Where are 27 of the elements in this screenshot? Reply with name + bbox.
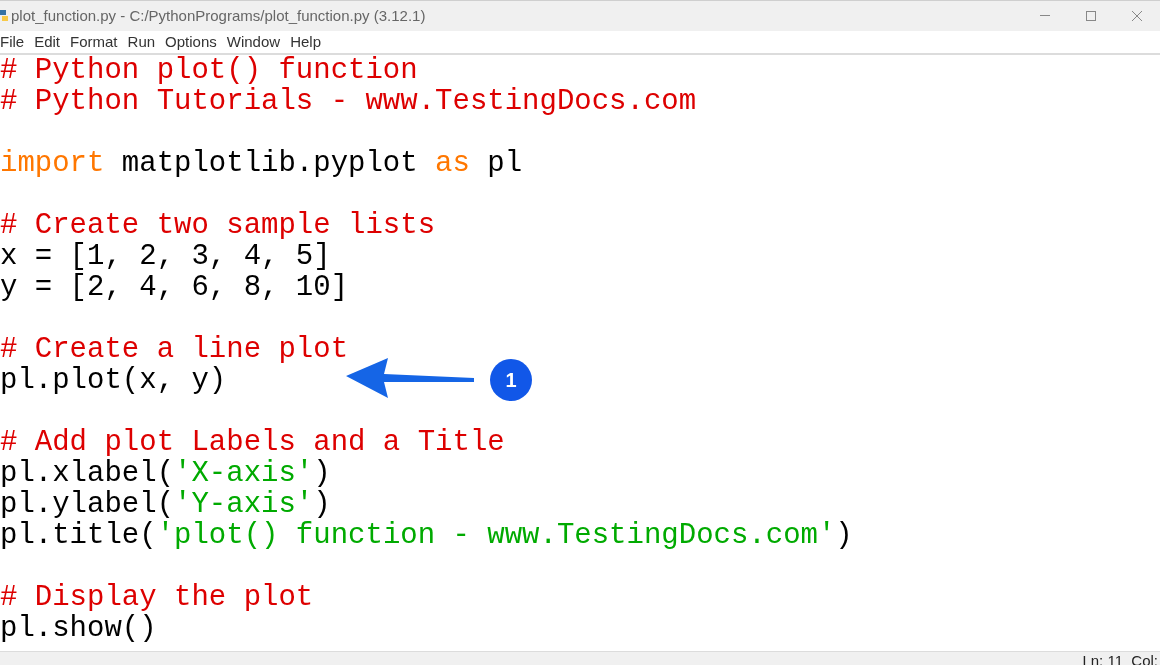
code-line: # Python Tutorials - www.TestingDocs.com — [0, 86, 697, 117]
menu-item[interactable]: Options — [165, 30, 217, 54]
window-title: plot_function.py - C:/PythonPrograms/plot_function.py (3.12.1) — [11, 5, 426, 26]
step-badge: 1 — [490, 359, 532, 401]
code-line: import matplotlib.pyplot as pl — [0, 148, 523, 179]
menu-item[interactable]: Window — [226, 30, 281, 54]
close-icon — [1132, 11, 1142, 21]
menu-item[interactable]: Format — [70, 30, 118, 54]
code-line: # Create a line plot — [0, 334, 349, 365]
menu-item[interactable]: Edit — [34, 30, 61, 54]
code-line: pl.title('plot() function - www.TestingDocs.com') — [0, 520, 853, 551]
code-line: pl.ylabel('Y-axis') — [0, 489, 331, 520]
menu-item[interactable]: File — [0, 30, 25, 54]
code-line: # Python plot() function — [0, 55, 418, 86]
code-line: pl.plot(x, y) — [0, 365, 227, 396]
menu-item[interactable]: Run — [127, 30, 156, 54]
code-line: x = [1, 2, 3, 4, 5] — [0, 241, 331, 272]
code-line: pl.xlabel('X-axis') — [0, 458, 331, 489]
code-line: # Display the plot — [0, 582, 314, 613]
python-icon — [0, 9, 8, 23]
code-line: # Add plot Labels and a Title — [0, 427, 505, 458]
menu-item[interactable]: Help — [290, 30, 321, 54]
minimize-icon — [1040, 15, 1050, 17]
maximize-icon — [1086, 11, 1096, 21]
code-line: # Create two sample lists — [0, 210, 436, 241]
code-line: pl.show() — [0, 613, 157, 644]
code-line: y = [2, 4, 6, 8, 10] — [0, 272, 349, 303]
